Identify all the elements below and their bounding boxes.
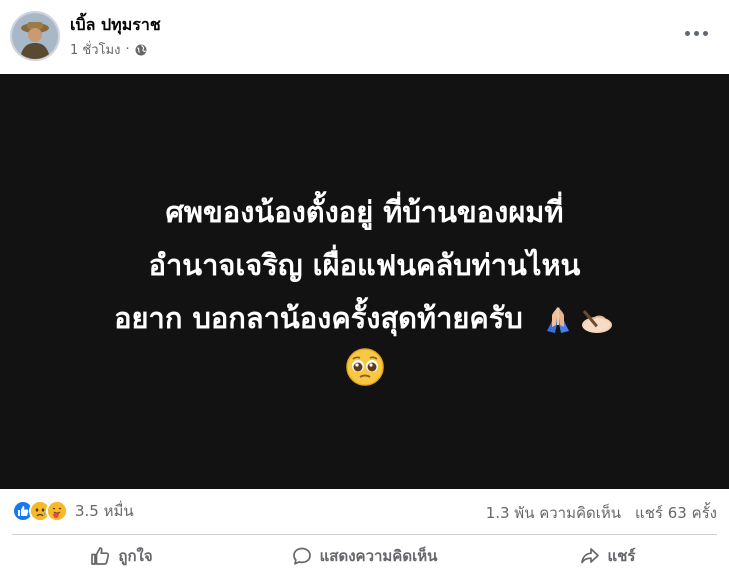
writing-hand-icon bbox=[581, 310, 612, 333]
post-header: เบิ้ล ปทุมราช 1 ชั่วโมง · bbox=[0, 0, 729, 74]
image-text-line: อำนาจเจริญ เผื่อแฟนคลับท่านไหน bbox=[148, 248, 581, 282]
share-icon bbox=[580, 548, 599, 564]
thumbs-up-icon bbox=[91, 547, 110, 565]
post-meta: 1 ชั่วโมง · bbox=[70, 39, 147, 60]
globe-icon bbox=[135, 44, 147, 55]
post-time[interactable]: 1 ชั่วโมง bbox=[70, 39, 120, 60]
avatar[interactable] bbox=[10, 11, 60, 61]
like-label: ถูกใจ bbox=[118, 547, 153, 565]
reactions-count[interactable]: 3.5 หมื่น bbox=[75, 499, 134, 523]
comment-icon bbox=[292, 547, 311, 565]
post-image-text: ศพของน้องตั้งอยู่ ที่บ้านของผมที่ อำนาจเ… bbox=[0, 186, 729, 404]
comment-button[interactable]: แสดงความคิดเห็น bbox=[243, 538, 486, 574]
action-bar: ถูกใจ แสดงความคิดเห็น แชร์ bbox=[0, 538, 729, 574]
image-text-line: อยาก บอกลาน้องครั้งสุดท้ายครับ bbox=[114, 301, 523, 335]
emoji-line bbox=[0, 347, 729, 404]
author-name[interactable]: เบิ้ล ปทุมราช bbox=[70, 13, 161, 38]
comments-count[interactable]: 1.3 พัน ความคิดเห็น bbox=[486, 501, 621, 525]
folded-hands-icon bbox=[546, 307, 569, 333]
comment-label: แสดงความคิดเห็น bbox=[319, 547, 438, 565]
share-label: แชร์ bbox=[607, 547, 636, 565]
engagement-counts: 1.3 พัน ความคิดเห็น แชร์ 63 ครั้ง bbox=[486, 501, 717, 525]
pleading-face-icon bbox=[345, 348, 384, 386]
profile-photo-icon bbox=[12, 13, 58, 59]
meta-separator: · bbox=[125, 42, 130, 57]
image-text-line: ศพของน้องตั้งอยู่ ที่บ้านของผมที่ bbox=[165, 195, 564, 229]
share-button[interactable]: แชร์ bbox=[486, 538, 729, 574]
divider bbox=[12, 534, 717, 535]
more-options-icon[interactable] bbox=[681, 18, 711, 48]
post-image[interactable]: ศพของน้องตั้งอยู่ ที่บ้านของผมที่ อำนาจเ… bbox=[0, 74, 729, 489]
reactions-summary[interactable]: 3.5 หมื่น bbox=[12, 499, 134, 523]
like-button[interactable]: ถูกใจ bbox=[0, 538, 243, 574]
shares-count[interactable]: แชร์ 63 ครั้ง bbox=[635, 501, 717, 525]
care-reaction-icon bbox=[46, 500, 68, 522]
image-text-line-with-emoji: อยาก บอกลาน้องครั้งสุดท้ายครับ bbox=[0, 292, 729, 345]
post-stats: 3.5 หมื่น 1.3 พัน ความคิดเห็น แชร์ 63 คร… bbox=[0, 489, 729, 531]
